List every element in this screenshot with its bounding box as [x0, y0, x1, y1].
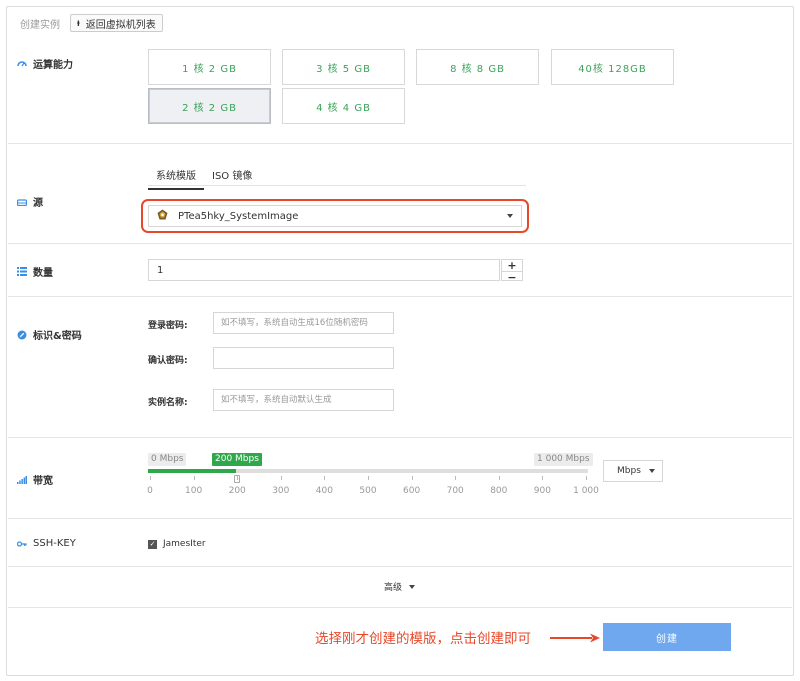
bandwidth-label: 带宽 [33, 476, 53, 487]
ssh-key-checkbox[interactable]: ✓ [148, 539, 157, 549]
bandwidth-tick-mark [150, 476, 151, 480]
identity-section-label: 标识&密码 [17, 327, 82, 342]
source-tabs: 系统模版 ISO 镜像 [148, 164, 260, 190]
bandwidth-tick-mark [193, 476, 195, 480]
password-label: 登录密码: [148, 321, 188, 331]
ssh-key-name: JamesIter [163, 539, 206, 549]
os-logo-icon [157, 209, 168, 223]
compute-label: 运算能力 [33, 60, 73, 71]
spec-option-3c5g[interactable]: 3 核 5 GB [282, 49, 405, 85]
identity-label: 标识&密码 [33, 331, 82, 342]
bandwidth-tick-label: 600 [403, 486, 421, 496]
back-to-vm-list-button[interactable]: ᵼ 返回虚拟机列表 [70, 14, 163, 32]
create-button[interactable]: 创建 [603, 623, 731, 651]
tab-system-template[interactable]: 系统模版 [148, 164, 204, 190]
section-divider [8, 296, 792, 297]
confirm-password-field[interactable] [213, 347, 394, 369]
bandwidth-tick-label: 800 [490, 486, 508, 496]
spec-option-2c2g-selected[interactable]: 2 核 2 GB [148, 88, 271, 124]
bandwidth-unit-select[interactable]: Mbps [603, 460, 663, 482]
spec-option-8c8g[interactable]: 8 核 8 GB [416, 49, 539, 85]
quantity-section-label: 数量 [17, 264, 53, 279]
source-section-label: 源 [17, 194, 43, 209]
chevron-down-icon [409, 584, 416, 589]
tab-iso-image[interactable]: ISO 镜像 [204, 164, 260, 190]
bandwidth-slider-track[interactable] [148, 469, 588, 473]
cloud-disk-icon [17, 197, 27, 207]
section-divider [8, 518, 792, 519]
image-select[interactable]: PTea5hky_SystemImage [148, 205, 522, 227]
bandwidth-min-label: 0 Mbps [148, 453, 187, 466]
bandwidth-unit-label: Mbps [617, 466, 641, 476]
advanced-label: 高级 [384, 583, 403, 593]
bandwidth-tick-mark [455, 476, 457, 480]
bandwidth-tick-label: 0 [147, 486, 153, 496]
spec-option-4c4g[interactable]: 4 核 4 GB [282, 88, 405, 124]
section-divider [8, 243, 792, 244]
bandwidth-tick-label: 400 [315, 486, 333, 496]
top-bar: 创建实例 ᵼ 返回虚拟机列表 [20, 14, 163, 32]
ssh-section-label: SSH-KEY [17, 538, 76, 549]
bandwidth-tick-label: 500 [359, 486, 377, 496]
quantity-stepper: + − [501, 259, 523, 283]
chevron-down-icon [507, 214, 513, 218]
key-icon [17, 539, 27, 549]
instance-name-label: 实例名称: [148, 398, 188, 408]
tab-underline [148, 185, 526, 186]
bandwidth-tick-mark [586, 476, 587, 480]
back-button-label: 返回虚拟机列表 [85, 19, 156, 31]
gauge-icon [17, 59, 27, 69]
tag-icon [17, 330, 27, 340]
password-field[interactable] [213, 312, 394, 334]
bandwidth-tick-label: 300 [272, 486, 290, 496]
quantity-input[interactable] [148, 259, 500, 281]
section-divider [8, 566, 792, 567]
list-icon [17, 267, 27, 277]
confirm-password-label: 确认密码: [148, 356, 188, 366]
compute-section-label: 运算能力 [17, 56, 73, 71]
page-title: 创建实例 [20, 19, 60, 31]
bandwidth-slider-fill [148, 469, 236, 473]
ssh-key-option: ✓ JamesIter [148, 539, 206, 549]
bandwidth-tick-mark [542, 476, 544, 480]
bandwidth-tick-label: 700 [446, 486, 464, 496]
quantity-label: 数量 [33, 268, 53, 279]
bandwidth-tick-mark [498, 476, 500, 480]
back-arrow-icon: ᵼ [77, 17, 80, 29]
annotation-text: 选择刚才创建的模版，点击创建即可 [315, 631, 531, 647]
chevron-down-icon [648, 469, 655, 473]
ssh-label: SSH-KEY [33, 538, 76, 549]
bandwidth-tick-mark [411, 476, 413, 480]
section-divider [8, 437, 792, 438]
bandwidth-tick-mark [237, 476, 239, 480]
bandwidth-tick-label: 100 [185, 486, 203, 496]
instance-name-field[interactable] [213, 389, 394, 411]
bandwidth-max-label: 1 000 Mbps [534, 453, 593, 466]
annotation-arrow-icon [550, 633, 600, 643]
section-divider [8, 607, 792, 608]
bandwidth-tick-mark [368, 476, 369, 480]
bandwidth-tick-label: 1 000 [573, 486, 599, 496]
bandwidth-tick-label: 200 [228, 486, 246, 496]
selected-image-label: PTea5hky_SystemImage [178, 210, 299, 222]
bandwidth-tick-mark [280, 476, 282, 480]
bandwidth-tick-label: 900 [533, 486, 551, 496]
signal-bars-icon [17, 475, 27, 485]
bandwidth-tick-mark [324, 476, 326, 480]
advanced-toggle[interactable]: 高级 [384, 580, 416, 593]
increment-button[interactable]: + [502, 260, 522, 271]
bandwidth-section-label: 带宽 [17, 472, 53, 487]
section-divider [8, 143, 792, 144]
source-label: 源 [33, 198, 43, 209]
spec-option-1c2g[interactable]: 1 核 2 GB [148, 49, 271, 85]
bandwidth-current-label: 200 Mbps [212, 453, 262, 466]
decrement-button[interactable]: − [502, 271, 522, 283]
spec-option-40c128g[interactable]: 40核 128GB [551, 49, 674, 85]
